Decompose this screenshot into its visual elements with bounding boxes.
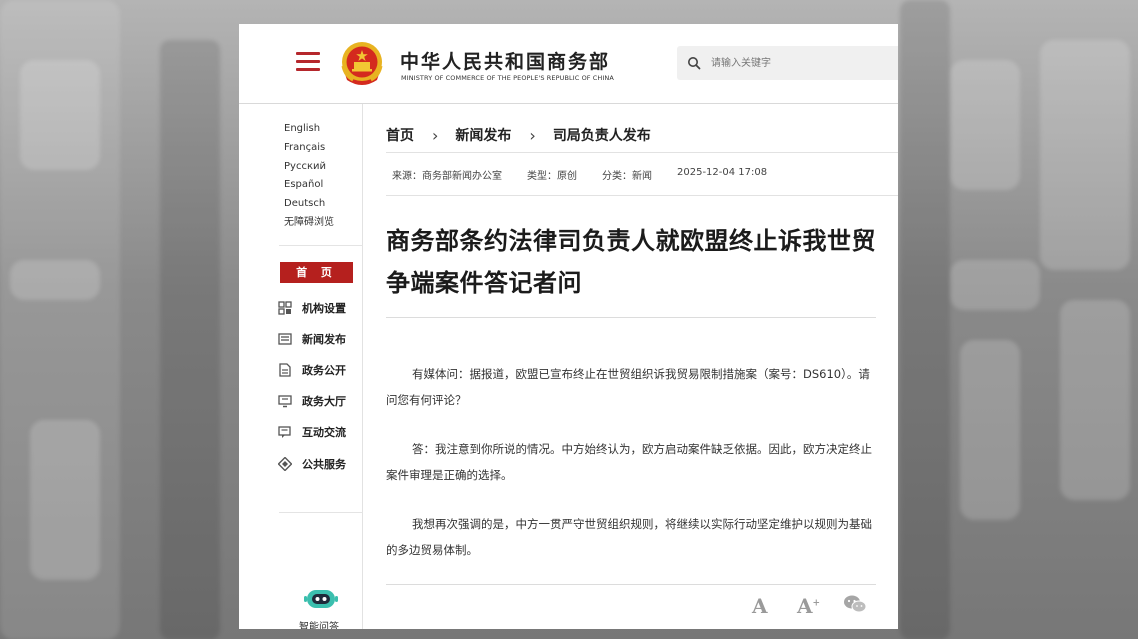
site-header: 中华人民共和国商务部 MINISTRY OF COMMERCE OF THE P… bbox=[239, 24, 898, 104]
article-title: 商务部条约法律司负责人就欧盟终止诉我世贸争端案件答记者问 bbox=[386, 227, 876, 297]
org-icon bbox=[278, 300, 292, 315]
divider bbox=[386, 317, 876, 318]
hall-icon bbox=[278, 395, 292, 408]
meta-category: 分类：新闻 bbox=[602, 171, 652, 182]
chevron-right-icon: › bbox=[432, 125, 439, 145]
plus-icon: + bbox=[812, 598, 821, 609]
menu-icon[interactable] bbox=[296, 52, 320, 72]
sidebar-item-label: 政务大厅 bbox=[302, 395, 346, 409]
search-box[interactable] bbox=[677, 46, 898, 80]
home-button[interactable]: 首 页 bbox=[280, 262, 353, 283]
search-input[interactable] bbox=[711, 53, 891, 73]
breadcrumb-news[interactable]: 新闻发布 bbox=[455, 125, 511, 145]
chat-icon bbox=[278, 426, 291, 439]
article-meta: 来源：商务部新闻办公室 类型：原创 分类：新闻 2025-12-04 17:08 bbox=[392, 167, 792, 182]
news-icon bbox=[278, 333, 292, 345]
site-subtitle: MINISTRY OF COMMERCE OF THE PEOPLE'S REP… bbox=[401, 74, 614, 82]
national-emblem-icon bbox=[341, 42, 383, 85]
breadcrumb-department-release[interactable]: 司局负责人发布 bbox=[553, 125, 651, 145]
sidebar-item-label: 新闻发布 bbox=[302, 332, 346, 346]
font-increase-label: A bbox=[797, 594, 813, 618]
divider bbox=[386, 195, 898, 196]
lang-spanish[interactable]: Español bbox=[284, 176, 334, 195]
lang-russian[interactable]: Русский bbox=[284, 158, 334, 177]
service-icon bbox=[278, 456, 292, 471]
accessibility-link[interactable]: 无障碍浏览 bbox=[284, 214, 334, 233]
sidebar-nav: 机构设置 新闻发布 政务公开 政务大厅 互动交流 公共服务 bbox=[278, 292, 346, 479]
meta-source: 来源：商务部新闻办公室 bbox=[392, 171, 502, 182]
sidebar-item-label: 机构设置 bbox=[302, 301, 346, 315]
article-paragraph: 我想再次强调的是，中方一贯严守世贸组织规则，将继续以实际行动坚定维护以规则为基础… bbox=[386, 517, 872, 557]
robot-assistant-icon[interactable] bbox=[303, 584, 339, 612]
lang-german[interactable]: Deutsch bbox=[284, 195, 334, 214]
browser-page: 中华人民共和国商务部 MINISTRY OF COMMERCE OF THE P… bbox=[239, 24, 898, 629]
document-icon bbox=[279, 363, 291, 377]
divider bbox=[386, 584, 876, 585]
language-list: English Français Русский Español Deutsch… bbox=[284, 120, 334, 233]
sidebar-item-organization[interactable]: 机构设置 bbox=[278, 292, 346, 323]
font-decrease-button[interactable]: A bbox=[752, 594, 768, 618]
sidebar: English Français Русский Español Deutsch… bbox=[239, 104, 363, 629]
breadcrumb: 首页 › 新闻发布 › 司局负责人发布 bbox=[386, 125, 651, 145]
sidebar-item-label: 互动交流 bbox=[302, 426, 346, 440]
breadcrumb-home[interactable]: 首页 bbox=[386, 125, 414, 145]
search-icon[interactable] bbox=[687, 56, 701, 70]
font-increase-button[interactable]: A+ bbox=[797, 594, 820, 618]
lang-french[interactable]: Français bbox=[284, 139, 334, 158]
sidebar-item-service-hall[interactable]: 政务大厅 bbox=[278, 386, 346, 417]
sidebar-item-news[interactable]: 新闻发布 bbox=[278, 323, 346, 354]
wechat-share-icon[interactable] bbox=[843, 594, 867, 614]
assistant-label[interactable]: 智能问答 bbox=[299, 618, 339, 629]
sidebar-divider bbox=[279, 512, 363, 513]
sidebar-item-label: 政务公开 bbox=[302, 363, 346, 377]
sidebar-item-government-affairs[interactable]: 政务公开 bbox=[278, 354, 346, 385]
article-paragraph: 有媒体问：据报道，欧盟已宣布终止在世贸组织诉我贸易限制措施案（案号：DS610）… bbox=[386, 367, 870, 407]
meta-type: 类型：原创 bbox=[527, 171, 577, 182]
article-paragraph: 答：我注意到你所说的情况。中方始终认为，欧方启动案件缺乏依据。因此，欧方决定终止… bbox=[386, 442, 872, 482]
sidebar-item-public-service[interactable]: 公共服务 bbox=[278, 448, 346, 479]
meta-datetime: 2025-12-04 17:08 bbox=[677, 167, 768, 178]
sidebar-item-interaction[interactable]: 互动交流 bbox=[278, 417, 346, 448]
site-title: 中华人民共和国商务部 bbox=[400, 51, 611, 73]
divider bbox=[386, 152, 898, 153]
chevron-right-icon: › bbox=[529, 125, 536, 145]
lang-english[interactable]: English bbox=[284, 120, 334, 139]
sidebar-divider bbox=[279, 245, 363, 246]
sidebar-item-label: 公共服务 bbox=[302, 457, 346, 471]
